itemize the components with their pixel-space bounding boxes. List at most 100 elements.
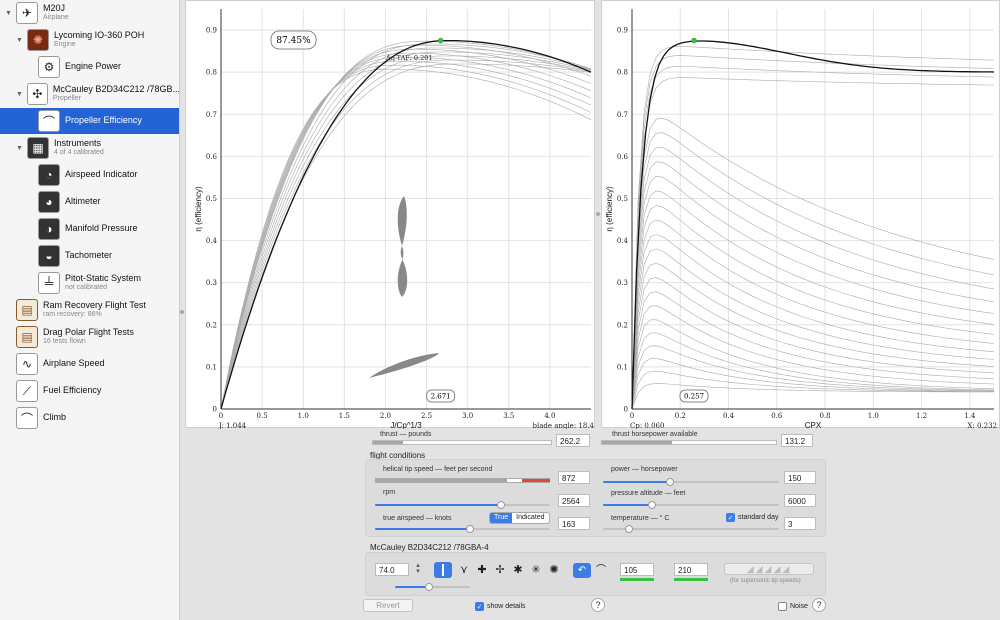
- efficiency-curve: [631, 55, 995, 410]
- field-b[interactable]: 210: [674, 563, 708, 576]
- temperature-slider-knob[interactable]: [625, 525, 634, 533]
- sidebar-item-2[interactable]: ⚙ Engine Power: [0, 54, 179, 80]
- y-tick-label: 0.9: [617, 27, 628, 35]
- five-blade-icon[interactable]: ✱: [511, 563, 525, 577]
- x-tick-label: 1.0: [868, 412, 879, 420]
- sidebar-item-5[interactable]: ▼ ▦ Instruments 4 of 4 calibrated: [0, 135, 179, 161]
- rpm-label: rpm: [383, 489, 396, 496]
- sidebar-item-3[interactable]: ▼ ✣ McCauley B2D34C212 /78GB... Propeller: [0, 81, 180, 107]
- standard-day-checkbox[interactable]: ✓ standard day: [726, 513, 778, 522]
- sidebar-item-subtitle: Airplane: [43, 14, 69, 22]
- show-details-check-icon[interactable]: ✓: [475, 602, 484, 611]
- sidebar-item-13[interactable]: ∿ Airplane Speed: [0, 351, 179, 377]
- one-blade-icon: [442, 564, 444, 576]
- altitude-slider-fill: [603, 504, 653, 506]
- altitude-slider-knob[interactable]: [648, 501, 657, 509]
- efficiency-curve: [631, 175, 995, 410]
- sidebar-item-8[interactable]: ◑ Manifold Pressure: [0, 216, 179, 242]
- six-blade-icon[interactable]: ✳: [529, 563, 543, 577]
- sidebar-split-handle[interactable]: [180, 310, 184, 314]
- thrust-hp-bar-fill: [602, 441, 672, 444]
- temperature-field[interactable]: 3: [784, 517, 816, 530]
- show-details-checkbox[interactable]: ✓ show details: [475, 602, 526, 611]
- speed-curve-icon: ∿: [16, 353, 38, 375]
- y-tick-label: 0.5: [206, 195, 217, 203]
- sidebar-item-1[interactable]: ▼ ✺ Lycoming IO-360 POH Engine: [0, 27, 179, 53]
- diameter-slider-fill: [395, 586, 429, 588]
- split-handle[interactable]: [596, 212, 600, 216]
- two-blade-icon[interactable]: ⋎: [457, 563, 471, 577]
- power-slider[interactable]: [603, 478, 779, 486]
- y-axis-label: η (efficiency): [194, 186, 203, 232]
- clipboard-icon: ▤: [16, 326, 38, 348]
- airspeed-mode-segmented[interactable]: True Indicated: [489, 512, 550, 524]
- blade-count-1-button[interactable]: [434, 562, 452, 578]
- sidebar-item-7[interactable]: ◕ Altimeter: [0, 189, 179, 215]
- help-button[interactable]: ?: [591, 598, 605, 612]
- sidebar-item-0[interactable]: ▼ ✈ M20J Airplane: [0, 0, 179, 26]
- standard-day-check-icon[interactable]: ✓: [726, 513, 735, 522]
- chart-efficiency-j[interactable]: 0 0.5 1.0 1.5 2.0 2.5 3.0 3.5 4.0 0 0.1 0.2 0.3 0.4 0.…: [186, 1, 596, 430]
- tas-slider[interactable]: [375, 525, 550, 533]
- four-blade-icon[interactable]: ✢: [493, 563, 507, 577]
- efficiency-badge-text: 87.45%: [276, 36, 311, 46]
- sidebar-item-text: Fuel Efficiency: [43, 385, 101, 396]
- efficiency-curve: [631, 262, 995, 410]
- airplane-icon: ✈: [16, 2, 38, 24]
- sidebar-item-9[interactable]: ◒ Tachometer: [0, 243, 179, 269]
- three-blade-icon[interactable]: ✚: [475, 563, 489, 577]
- sidebar-item-4[interactable]: ⌒ Propeller Efficiency: [0, 108, 179, 134]
- disclosure-triangle-icon[interactable]: ▼: [16, 145, 23, 152]
- disclosure-triangle-icon[interactable]: ▼: [16, 91, 23, 98]
- field-a[interactable]: 105: [620, 563, 654, 576]
- efficiency-curve: [631, 248, 995, 410]
- instrument-panel-icon: ▦: [27, 137, 49, 159]
- diameter-slider-knob[interactable]: [424, 583, 433, 591]
- y-tick-label: 0.3: [206, 279, 217, 287]
- seven-blade-icon[interactable]: ✺: [547, 563, 561, 577]
- tas-field[interactable]: 163: [558, 517, 590, 530]
- noise-checkbox[interactable]: Noise: [778, 602, 808, 611]
- rotation-direction-button[interactable]: ↶: [573, 563, 591, 578]
- tas-slider-knob[interactable]: [465, 525, 474, 533]
- efficiency-curve: [631, 147, 995, 410]
- noise-check-icon[interactable]: [778, 602, 787, 611]
- sidebar-item-12[interactable]: ▤ Drag Polar Flight Tests 16 tests flown: [0, 324, 179, 350]
- sidebar-item-10[interactable]: ╧ Pitot-Static System not calibrated: [0, 270, 179, 296]
- diameter-stepper-icon[interactable]: ▴ ▾: [414, 562, 422, 576]
- temperature-slider[interactable]: [603, 525, 779, 533]
- disclosure-triangle-icon[interactable]: ▼: [5, 10, 12, 17]
- help-button-noise[interactable]: ?: [812, 598, 826, 612]
- sidebar-item-6[interactable]: ◔ Airspeed Indicator: [0, 162, 179, 188]
- sidebar-item-text: Airspeed Indicator: [65, 169, 138, 180]
- rpm-slider-knob[interactable]: [497, 501, 505, 509]
- rpm-slider-fill: [375, 504, 501, 506]
- operating-point-marker: [437, 37, 444, 44]
- altitude-slider[interactable]: [603, 501, 779, 509]
- sidebar-item-11[interactable]: ▤ Ram Recovery Flight Test ram recovery: 8…: [0, 297, 179, 323]
- true-airspeed-segment[interactable]: True: [490, 513, 513, 523]
- sidebar-item-14[interactable]: ⟋ Fuel Efficiency: [0, 378, 179, 404]
- x-tick-label: 3.0: [462, 412, 473, 420]
- revert-button[interactable]: Revert: [363, 599, 413, 612]
- altitude-field[interactable]: 6000: [784, 494, 816, 507]
- efficiency-vs-cpx-chart[interactable]: 0 0.2 0.4 0.6 0.8 1.0 1.2 1.4 0 0.1 0.2 0.3 0.4 0.5 0.…: [601, 0, 1000, 430]
- diameter-slider[interactable]: [395, 583, 470, 591]
- diameter-field[interactable]: 74.0: [375, 563, 409, 576]
- power-slider-knob[interactable]: [665, 478, 674, 486]
- power-field[interactable]: 150: [784, 471, 816, 484]
- rpm-slider[interactable]: [375, 501, 550, 509]
- sidebar-item-15[interactable]: ⌒ Climb: [0, 405, 179, 431]
- sidebar-item-text: Manifold Pressure: [65, 223, 138, 234]
- rpm-field[interactable]: 2564: [558, 494, 590, 507]
- sidebar-item-subtitle: 16 tests flown: [43, 338, 86, 346]
- tractor-toggle-icon[interactable]: ⌒: [593, 563, 609, 578]
- indicated-airspeed-segment[interactable]: Indicated: [512, 513, 548, 523]
- efficiency-vs-advance-ratio-chart[interactable]: 0 0.5 1.0 1.5 2.0 2.5 3.0 3.5 4.0 0 0.1 0.2 0.3 0.4 0.…: [185, 0, 596, 430]
- airfoil-selector[interactable]: ◢◢◢◢◢: [724, 563, 814, 575]
- chart-efficiency-cpx[interactable]: 0 0.2 0.4 0.6 0.8 1.0 1.2 1.4 0 0.1 0.2 0.3 0.4 0.5 0.…: [602, 1, 1000, 430]
- sidebar-item-label: McCauley B2D34C212 /78GB...: [52, 84, 180, 95]
- sidebar-item-label: Altimeter: [65, 196, 101, 207]
- sidebar-item-label: Instruments: [54, 138, 102, 149]
- disclosure-triangle-icon[interactable]: ▼: [16, 37, 23, 44]
